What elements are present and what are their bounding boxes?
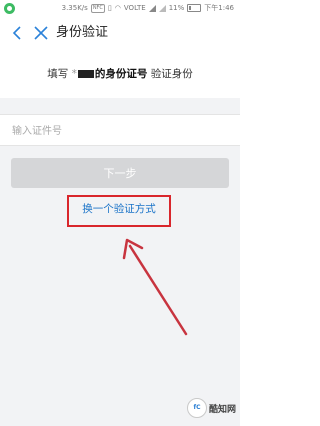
network-speed: 3.35K/s (61, 4, 88, 12)
volte-label: VOLTE (123, 4, 146, 12)
status-indicators: 3.35K/s NFC ▯ ◠ VOLTE 11% 下午1:46 (62, 3, 234, 13)
watermark: fC 酷知网 (186, 398, 236, 418)
watermark-text: 酷知网 (208, 404, 236, 415)
form-background (0, 98, 240, 426)
signal-icon (148, 4, 156, 12)
back-icon[interactable] (10, 25, 26, 41)
vibrate-icon: ▯ (107, 4, 112, 12)
prompt-bold-text: 的身份证号 (94, 68, 148, 80)
close-icon[interactable] (33, 25, 49, 41)
screen: 3.35K/s NFC ▯ ◠ VOLTE 11% 下午1:46 身份验证 填写… (0, 0, 240, 426)
status-bar: 3.35K/s NFC ▯ ◠ VOLTE 11% 下午1:46 (0, 0, 240, 17)
prompt-masked-prefix: * (71, 68, 77, 80)
nfc-badge: NFC (90, 3, 105, 13)
switch-verification-method-link[interactable]: 换一个验证方式 (67, 195, 171, 223)
wifi-icon: ◠ (114, 4, 121, 12)
id-number-input[interactable] (10, 115, 234, 147)
watermark-logo: fC (186, 398, 207, 418)
redacted-name (77, 70, 94, 78)
prompt-suffix: 验证身份 (150, 68, 193, 80)
id-input-row (0, 114, 240, 147)
clock: 下午1:46 (204, 4, 234, 12)
page-title: 身份验证 (56, 25, 109, 40)
navigation-bar: 身份验证 (0, 17, 240, 49)
verification-prompt: 填写 * 的身份证号 验证身份 (0, 66, 240, 82)
battery-icon (187, 4, 202, 12)
prompt-prefix: 填写 (47, 68, 69, 80)
signal-2-icon (158, 4, 166, 12)
battery-percent: 11% (168, 4, 185, 12)
app-notification-icon (4, 3, 15, 14)
next-step-button[interactable]: 下一步 (11, 158, 229, 188)
